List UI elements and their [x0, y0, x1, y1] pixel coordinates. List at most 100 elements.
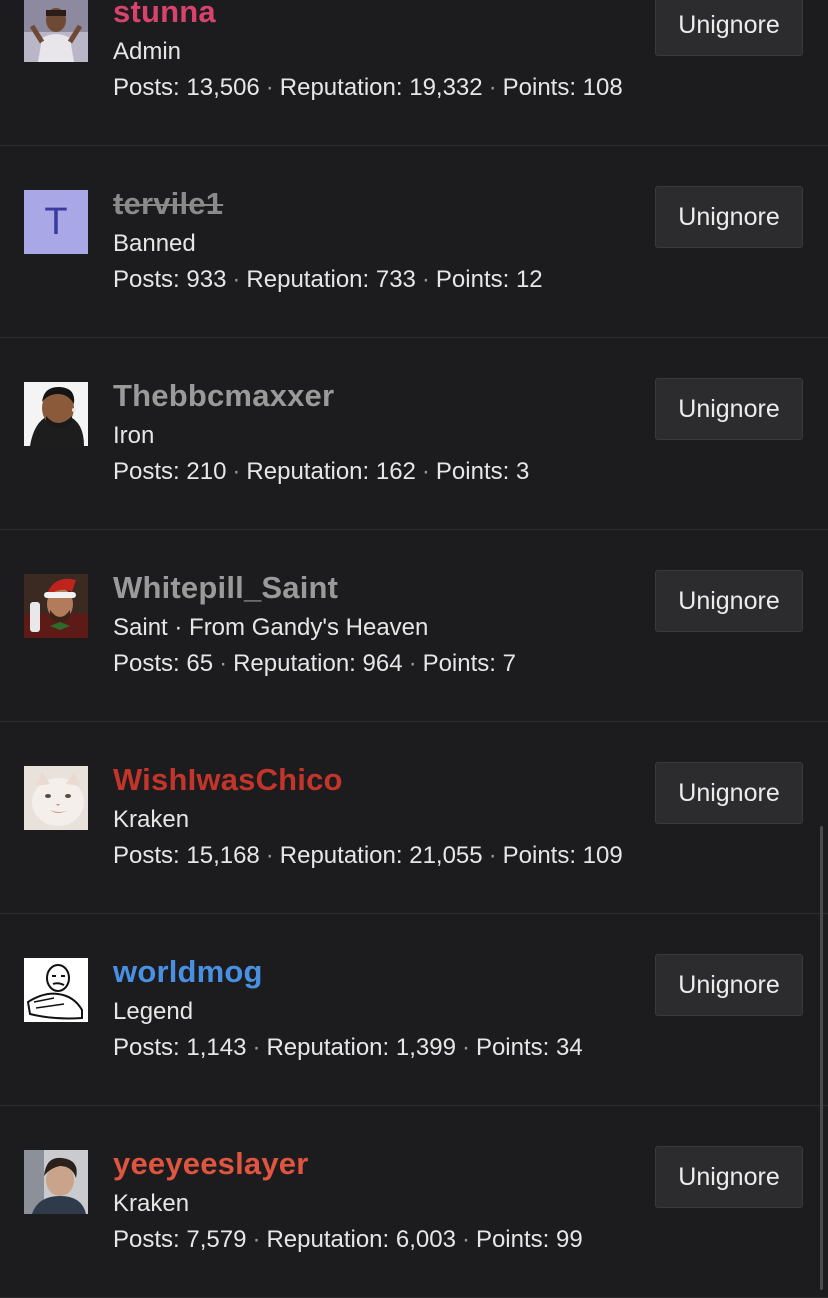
posts-label: Posts:	[113, 650, 180, 677]
user-avatar[interactable]	[24, 382, 88, 446]
photo-avatar-icon	[24, 0, 88, 62]
separator-dot: ·	[252, 1034, 261, 1061]
posts-label: Posts:	[113, 1034, 180, 1061]
user-stats: Posts: 1,143 · Reputation: 1,399 · Points: 3…	[113, 1034, 583, 1062]
separator-dot: ·	[219, 650, 228, 677]
username-link[interactable]: Thebbcmaxxer	[113, 378, 334, 414]
unignore-button[interactable]: Unignore	[655, 0, 803, 56]
separator-dot: ·	[252, 1226, 261, 1253]
separator-dot: ·	[232, 458, 241, 485]
posts-count: 13,506	[186, 74, 260, 101]
posts-label: Posts:	[113, 266, 180, 293]
separator-dot: ·	[421, 266, 430, 293]
points-count: 108	[582, 74, 623, 101]
unignore-button[interactable]: Unignore	[655, 954, 803, 1016]
separator-dot: ·	[265, 842, 274, 869]
user-title: Banned	[113, 230, 196, 257]
unignore-button[interactable]: Unignore	[655, 186, 803, 248]
cartoon-avatar-icon	[24, 382, 88, 446]
user-title: Admin	[113, 38, 182, 65]
points-label: Points:	[475, 1226, 550, 1253]
user-stats: Posts: 7,579 · Reputation: 6,003 · Points: 9…	[113, 1226, 583, 1254]
unignore-button[interactable]: Unignore	[655, 1146, 803, 1208]
separator-dot: ·	[232, 266, 241, 293]
reputation-label: Reputation:	[279, 74, 403, 101]
points-label: Points:	[435, 458, 510, 485]
user-title: Kraken	[113, 806, 190, 833]
user-stats: Posts: 13,506 · Reputation: 19,332 · Points:…	[113, 74, 623, 102]
ignored-user-row: Whitepill_Saint Saint · From Gandy's Hea…	[0, 530, 828, 722]
reputation-label: Reputation:	[266, 1226, 390, 1253]
user-avatar[interactable]: T	[24, 190, 88, 254]
posts-count: 1,143	[186, 1034, 247, 1061]
user-title: Kraken	[113, 1190, 190, 1217]
reputation-count: 162	[375, 458, 416, 485]
user-stats: Posts: 933 · Reputation: 733 · Points: 12	[113, 266, 543, 294]
points-label: Points:	[435, 266, 510, 293]
points-count: 109	[582, 842, 623, 869]
points-count: 12	[515, 266, 543, 293]
username-link[interactable]: WishIwasChico	[113, 762, 343, 798]
username-link[interactable]: stunna	[113, 0, 216, 30]
separator-dot: ·	[421, 458, 430, 485]
photo-avatar-icon	[24, 1150, 88, 1214]
separator-dot: ·	[488, 74, 497, 101]
user-stats: Posts: 15,168 · Reputation: 21,055 · Points:…	[113, 842, 623, 870]
separator-dot: ·	[265, 74, 274, 101]
reputation-count: 21,055	[409, 842, 483, 869]
user-avatar[interactable]	[24, 574, 88, 638]
posts-count: 210	[186, 458, 227, 485]
user-avatar[interactable]	[24, 958, 88, 1022]
reputation-label: Reputation:	[279, 842, 403, 869]
ignored-user-row: Thebbcmaxxer Iron Posts: 210 · Reputation:…	[0, 338, 828, 530]
posts-count: 7,579	[186, 1226, 247, 1253]
reputation-label: Reputation:	[233, 650, 356, 677]
reputation-count: 6,003	[395, 1226, 456, 1253]
reputation-count: 1,399	[395, 1034, 456, 1061]
ignored-users-list: stunna Admin Posts: 13,506 · Reputation: 1…	[0, 0, 828, 1298]
letter-avatar: T	[24, 190, 88, 254]
username-link[interactable]: tervile1	[113, 186, 223, 222]
points-label: Points:	[502, 74, 576, 101]
username-link[interactable]: yeeyeeslayer	[113, 1146, 308, 1182]
reputation-count: 19,332	[409, 74, 483, 101]
unignore-button[interactable]: Unignore	[655, 570, 803, 632]
ignored-user-row: worldmog Legend Posts: 1,143 · Reputation:…	[0, 914, 828, 1106]
points-label: Points:	[422, 650, 496, 677]
cat-photo-avatar-icon	[24, 766, 88, 830]
reputation-count: 964	[362, 650, 403, 677]
posts-label: Posts:	[113, 1226, 180, 1253]
posts-label: Posts:	[113, 458, 180, 485]
posts-count: 65	[186, 650, 214, 677]
scrollbar[interactable]	[820, 826, 823, 1290]
reputation-label: Reputation:	[266, 1034, 390, 1061]
ignored-user-row: yeeyeeslayer Kraken Posts: 7,579 · Reputat…	[0, 1106, 828, 1298]
user-stats: Posts: 65 · Reputation: 964 · Points: 7	[113, 650, 516, 678]
posts-label: Posts:	[113, 842, 180, 869]
posts-label: Posts:	[113, 74, 180, 101]
ignored-user-row: T tervile1 Banned Posts: 933 · Reputation:…	[0, 146, 828, 338]
points-label: Points:	[502, 842, 576, 869]
santa-photo-avatar-icon	[24, 574, 88, 638]
separator-dot: ·	[408, 650, 417, 677]
separator-dot: ·	[461, 1034, 470, 1061]
separator-dot: ·	[488, 842, 497, 869]
ignored-user-row: stunna Admin Posts: 13,506 · Reputation: 1…	[0, 0, 828, 146]
unignore-button[interactable]: Unignore	[655, 762, 803, 824]
unignore-button[interactable]: Unignore	[655, 378, 803, 440]
username-link[interactable]: worldmog	[113, 954, 263, 990]
points-count: 34	[555, 1034, 583, 1061]
user-title: Iron	[113, 422, 155, 449]
points-count: 3	[515, 458, 530, 485]
separator-dot: ·	[461, 1226, 470, 1253]
user-avatar[interactable]	[24, 766, 88, 830]
points-count: 99	[555, 1226, 583, 1253]
reputation-label: Reputation:	[246, 458, 370, 485]
posts-count: 933	[186, 266, 227, 293]
ignored-user-row: WishIwasChico Kraken Posts: 15,168 · Reput…	[0, 722, 828, 914]
points-count: 7	[502, 650, 516, 677]
user-avatar[interactable]	[24, 0, 88, 62]
username-link[interactable]: Whitepill_Saint	[113, 570, 338, 606]
user-title: Saint · From Gandy's Heaven	[113, 614, 429, 641]
user-avatar[interactable]	[24, 1150, 88, 1214]
